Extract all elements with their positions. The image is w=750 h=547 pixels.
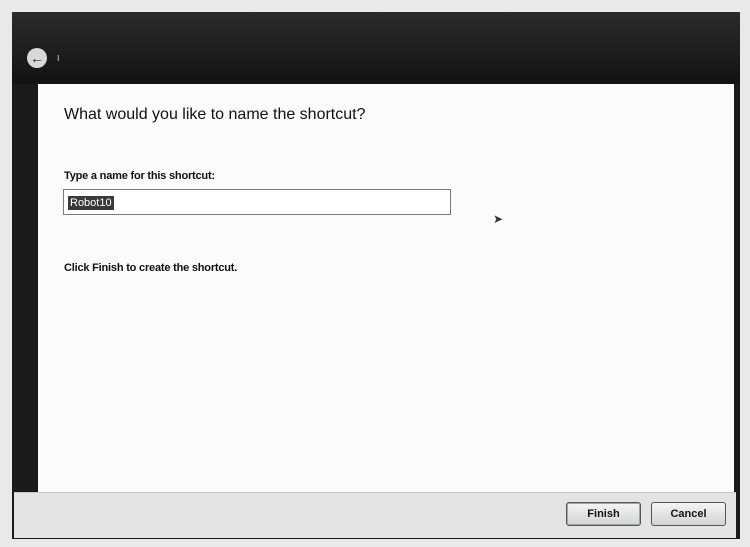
shortcut-name-input[interactable]: Robot10 bbox=[63, 189, 451, 215]
finish-instruction: Click Finish to create the shortcut. bbox=[64, 262, 238, 274]
cancel-button[interactable]: Cancel bbox=[651, 502, 726, 526]
mouse-pointer-icon: ➤ bbox=[493, 212, 504, 226]
shortcut-name-label: Type a name for this shortcut: bbox=[64, 170, 215, 182]
shortcut-name-value: Robot10 bbox=[68, 196, 114, 210]
back-button[interactable]: ← bbox=[27, 48, 47, 68]
finish-button[interactable]: Finish bbox=[566, 502, 641, 526]
back-arrow-icon: ← bbox=[30, 50, 44, 66]
title-bar bbox=[12, 12, 740, 84]
title-text: ι bbox=[57, 52, 60, 64]
page-title: What would you like to name the shortcut… bbox=[64, 106, 366, 123]
wizard-content bbox=[38, 84, 734, 492]
